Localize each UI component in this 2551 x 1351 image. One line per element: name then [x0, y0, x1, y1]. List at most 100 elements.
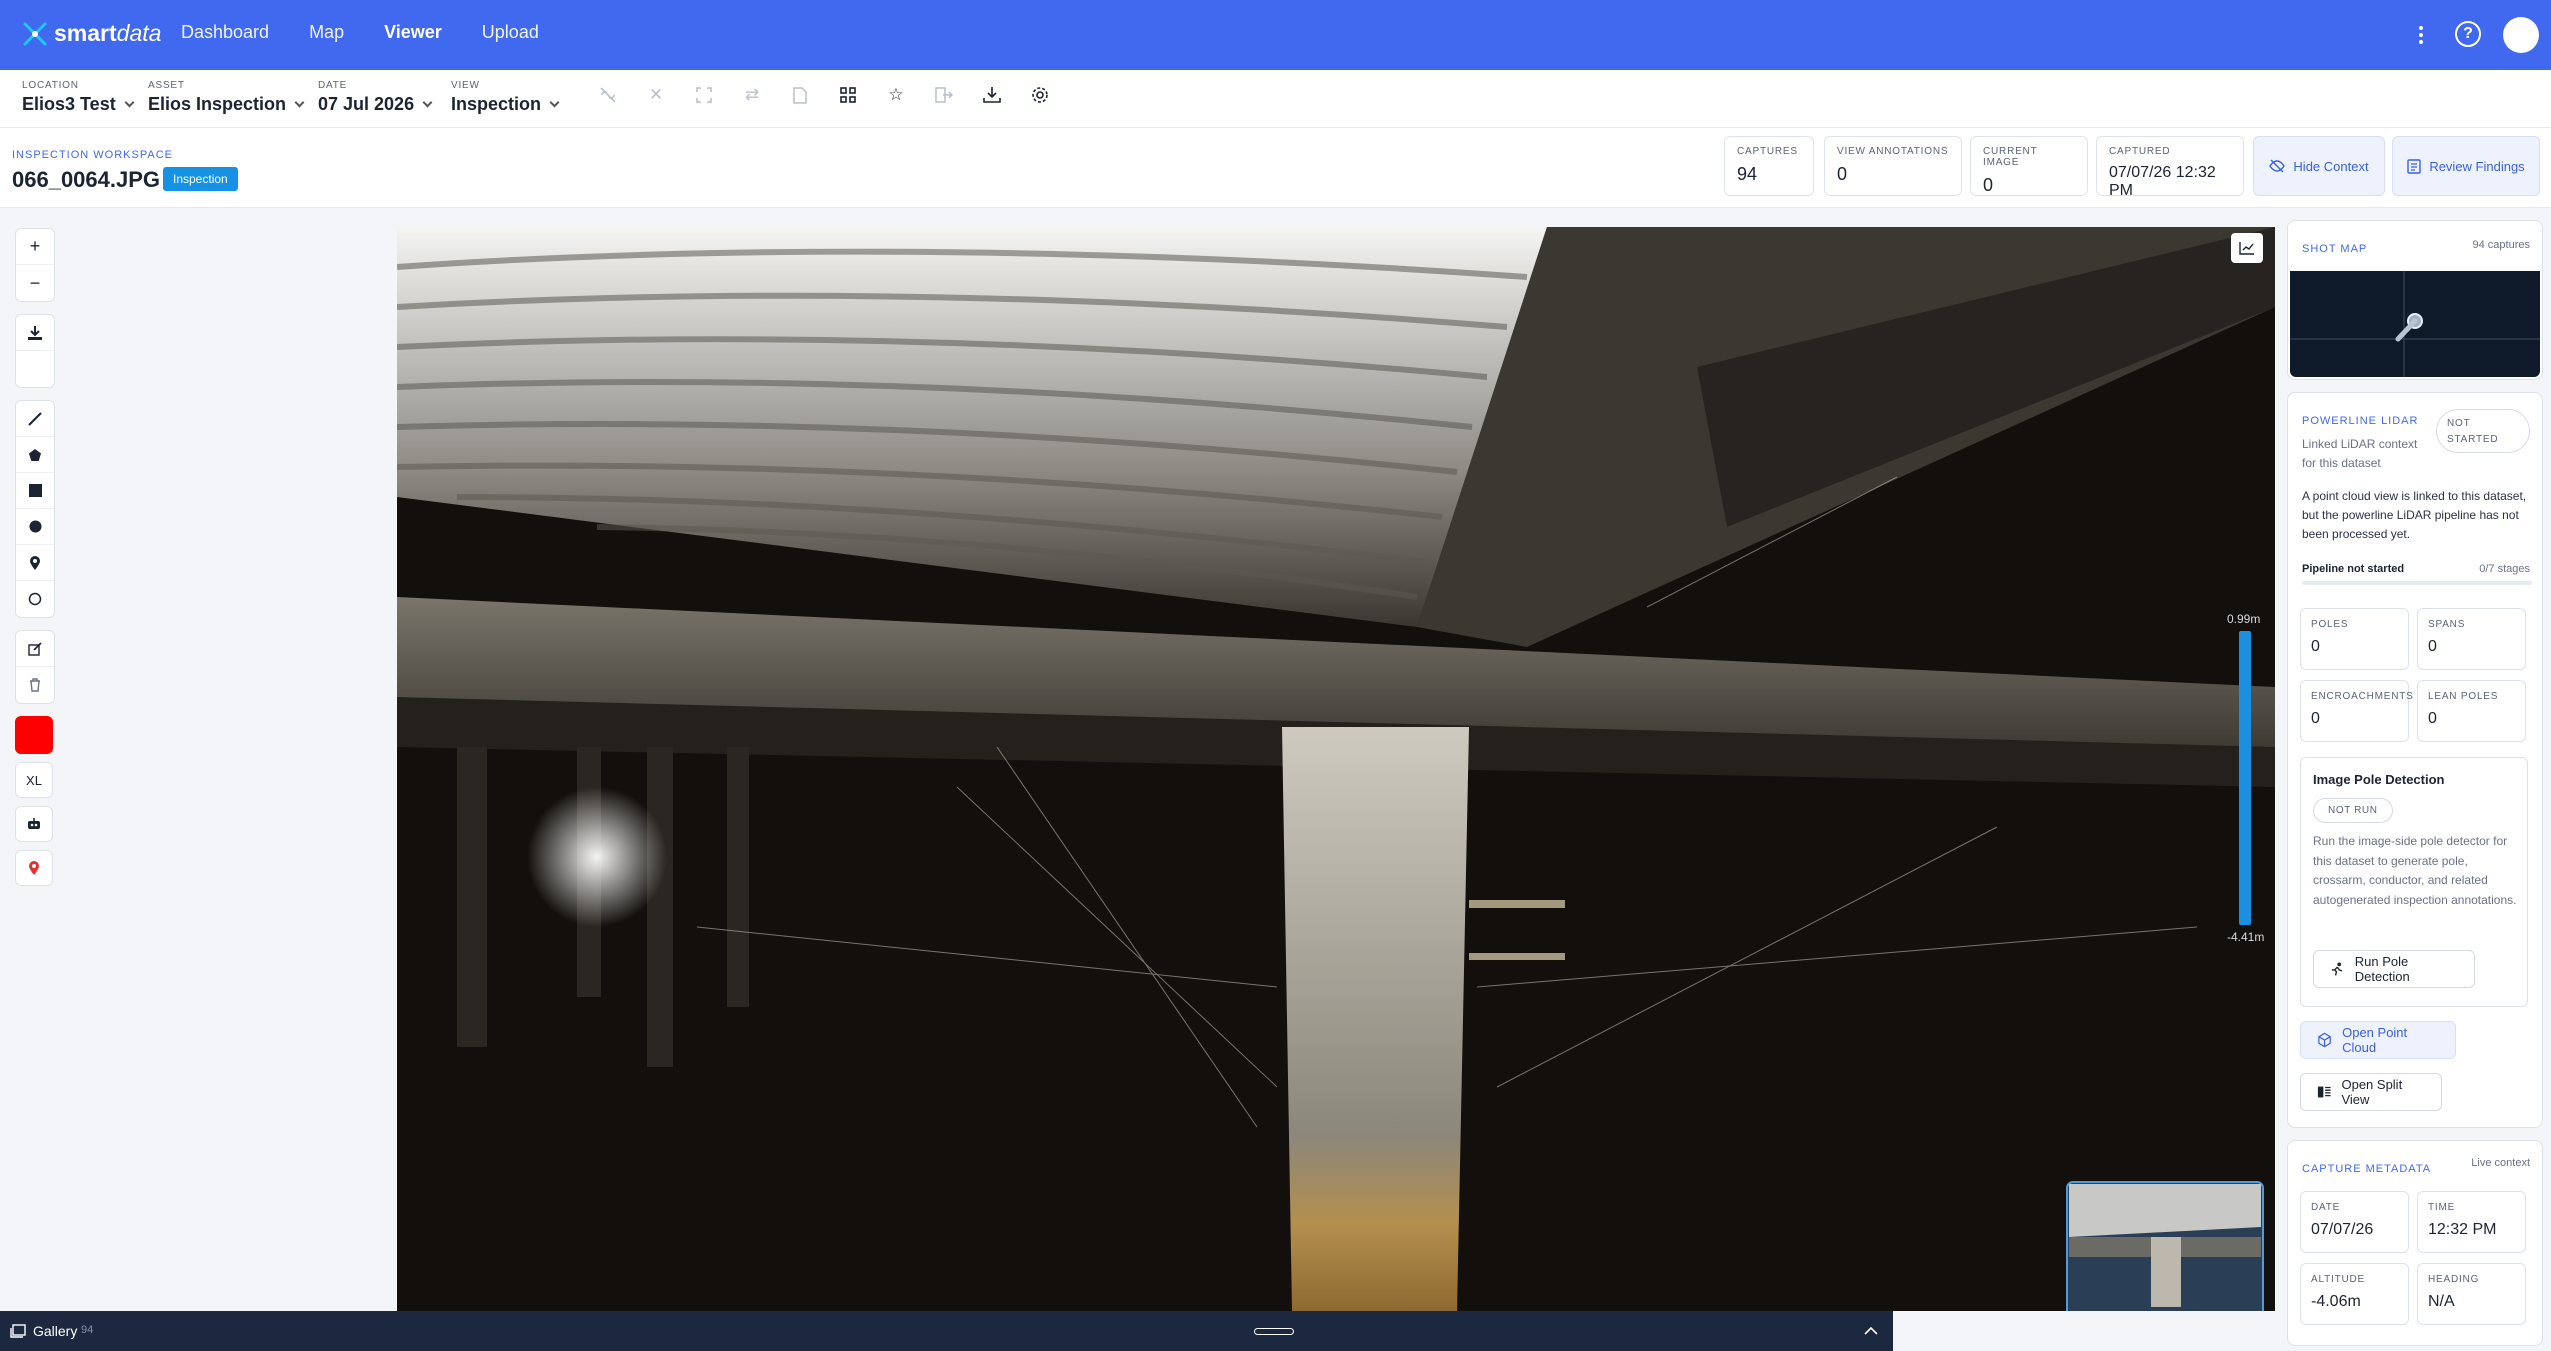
pipeline-progress-track [2302, 581, 2532, 585]
stat-label: CURRENT IMAGE [1983, 146, 2038, 168]
meta-value: 07/07/26 [2311, 1221, 2374, 1238]
run-pole-detection-button[interactable]: Run Pole Detection [2313, 950, 2475, 988]
meta-label: TIME [2428, 1202, 2456, 1213]
open-point-cloud-button[interactable]: Open Point Cloud [2300, 1021, 2456, 1059]
chevron-up-icon[interactable] [1864, 1326, 1878, 1335]
grid-icon[interactable] [836, 83, 860, 107]
stat-value: 07/07/26 12:32 PM [2109, 164, 2216, 199]
nav-dashboard[interactable]: Dashboard [181, 22, 269, 43]
stat-view-annotations: VIEW ANNOTATIONS 0 [1824, 136, 1962, 196]
brand-logo[interactable]: smart data [22, 20, 161, 47]
inspection-image[interactable] [397, 227, 2275, 1311]
date-value: 07 Jul 2026 [318, 94, 415, 114]
stat-captured: CAPTURED 07/07/26 12:32 PM [2096, 136, 2244, 199]
stat-poles: POLES 0 [2300, 608, 2409, 670]
shape-tools-group [15, 400, 55, 618]
depth-scale-bar [2239, 631, 2251, 925]
meta-time: TIME 12:32 PM [2417, 1191, 2526, 1253]
stroke-size-label: XL [26, 772, 42, 788]
date-select[interactable]: DATE 07 Jul 2026 [318, 80, 433, 115]
lidar-description: A point cloud view is linked to this dat… [2302, 489, 2527, 541]
fullscreen-icon[interactable] [692, 83, 716, 107]
stat-encroachments: ENCROACHMENTS 0 [2300, 680, 2414, 742]
circle-tool-icon[interactable] [16, 509, 54, 545]
zoom-out-icon[interactable]: − [16, 265, 54, 301]
stat-label: ENCROACHMENTS [2311, 691, 2414, 702]
meta-altitude: ALTITUDE -4.06m [2300, 1263, 2409, 1325]
ellipse-tool-icon[interactable] [16, 581, 54, 617]
meta-value: -4.06m [2311, 1293, 2361, 1310]
polygon-tool-icon[interactable] [16, 437, 54, 473]
stat-spans: SPANS 0 [2417, 608, 2526, 670]
asset-select[interactable]: ASSET Elios Inspection [148, 80, 305, 115]
zoom-in-icon[interactable]: + [16, 229, 54, 265]
export-icon[interactable] [932, 83, 956, 107]
nav-upload[interactable]: Upload [482, 22, 539, 43]
edit-icon[interactable] [16, 631, 54, 667]
annotation-toolbar: + − XL [15, 228, 55, 894]
clipboard-icon [2407, 159, 2422, 174]
user-avatar[interactable] [2503, 17, 2539, 53]
chart-toggle-icon[interactable] [2231, 233, 2263, 263]
document-icon[interactable] [788, 83, 812, 107]
view-label: VIEW [451, 80, 480, 91]
eye-off-icon [2269, 159, 2286, 173]
asset-label: ASSET [148, 80, 185, 91]
line-tool-icon[interactable] [16, 401, 54, 437]
review-findings-button[interactable]: Review Findings [2392, 136, 2540, 196]
date-label: DATE [318, 80, 348, 91]
chevron-down-icon [549, 97, 560, 108]
run-icon [2331, 962, 2343, 976]
pipeline-stages: 0/7 stages [2479, 563, 2530, 575]
robot-icon[interactable] [15, 806, 53, 842]
workspace-label: INSPECTION WORKSPACE [12, 149, 173, 161]
stat-label: CAPTURES [1737, 146, 1798, 157]
chevron-down-icon [294, 97, 305, 108]
settings-icon[interactable] [1028, 83, 1052, 107]
more-menu-icon[interactable] [2416, 22, 2426, 48]
location-select[interactable]: LOCATION Elios3 Test [22, 80, 135, 115]
color-swatch[interactable] [15, 716, 53, 754]
stat-label: CAPTURED [2109, 146, 2171, 157]
location-marker-icon[interactable] [15, 850, 53, 886]
save-group [15, 314, 55, 388]
star-icon[interactable]: ☆ [884, 83, 908, 107]
swap-icon[interactable]: ⇄ [740, 83, 764, 107]
nav-map[interactable]: Map [309, 22, 344, 43]
filter-bar: LOCATION Elios3 Test ASSET Elios Inspect… [0, 70, 2551, 128]
stat-current-image: CURRENT IMAGE 0 [1970, 136, 2088, 196]
unlink-icon[interactable] [596, 83, 620, 107]
open-split-view-label: Open Split View [2341, 1077, 2403, 1107]
trash-icon[interactable] [16, 667, 54, 703]
meta-label: ALTITUDE [2311, 1274, 2365, 1285]
download-icon[interactable] [16, 315, 54, 351]
depth-bottom-label: -4.41m [2227, 930, 2265, 944]
lidar-subtitle: Linked LiDAR context for this dataset [2302, 437, 2418, 470]
pole-detection-title: Image Pole Detection [2313, 772, 2445, 787]
rectangle-tool-icon[interactable] [16, 473, 54, 509]
shot-map-title: SHOT MAP [2302, 243, 2368, 255]
hide-context-button[interactable]: Hide Context [2253, 136, 2385, 196]
stat-label: LEAN POLES [2428, 691, 2499, 702]
split-view-icon [2317, 1086, 2331, 1098]
pin-tool-icon[interactable] [16, 545, 54, 581]
help-icon[interactable]: ? [2455, 21, 2481, 47]
download-icon[interactable] [980, 83, 1004, 107]
gallery-drag-handle[interactable] [1254, 1328, 1294, 1335]
open-split-view-button[interactable]: Open Split View [2300, 1073, 2442, 1111]
stat-value: 0 [2311, 710, 2320, 727]
run-pole-detection-label: Run Pole Detection [2354, 954, 2410, 984]
nav-viewer[interactable]: Viewer [384, 22, 442, 43]
stroke-size-select[interactable]: XL [15, 762, 53, 798]
capture-metadata-title: CAPTURE METADATA [2302, 1163, 2432, 1175]
stat-value: 94 [1737, 164, 1758, 184]
shot-map-canvas[interactable] [2290, 271, 2540, 377]
blank-tool[interactable] [16, 351, 54, 387]
gallery-bar[interactable]: Gallery 94 [0, 1311, 1893, 1351]
close-icon[interactable]: ✕ [644, 83, 668, 107]
inspection-photo [397, 227, 2275, 1311]
logo-icon [23, 22, 47, 45]
capture-metadata-card: CAPTURE METADATA Live context DATE 07/07… [2287, 1140, 2543, 1346]
view-select[interactable]: VIEW Inspection [451, 80, 560, 115]
lidar-status-line2: STARTED [2447, 434, 2499, 445]
